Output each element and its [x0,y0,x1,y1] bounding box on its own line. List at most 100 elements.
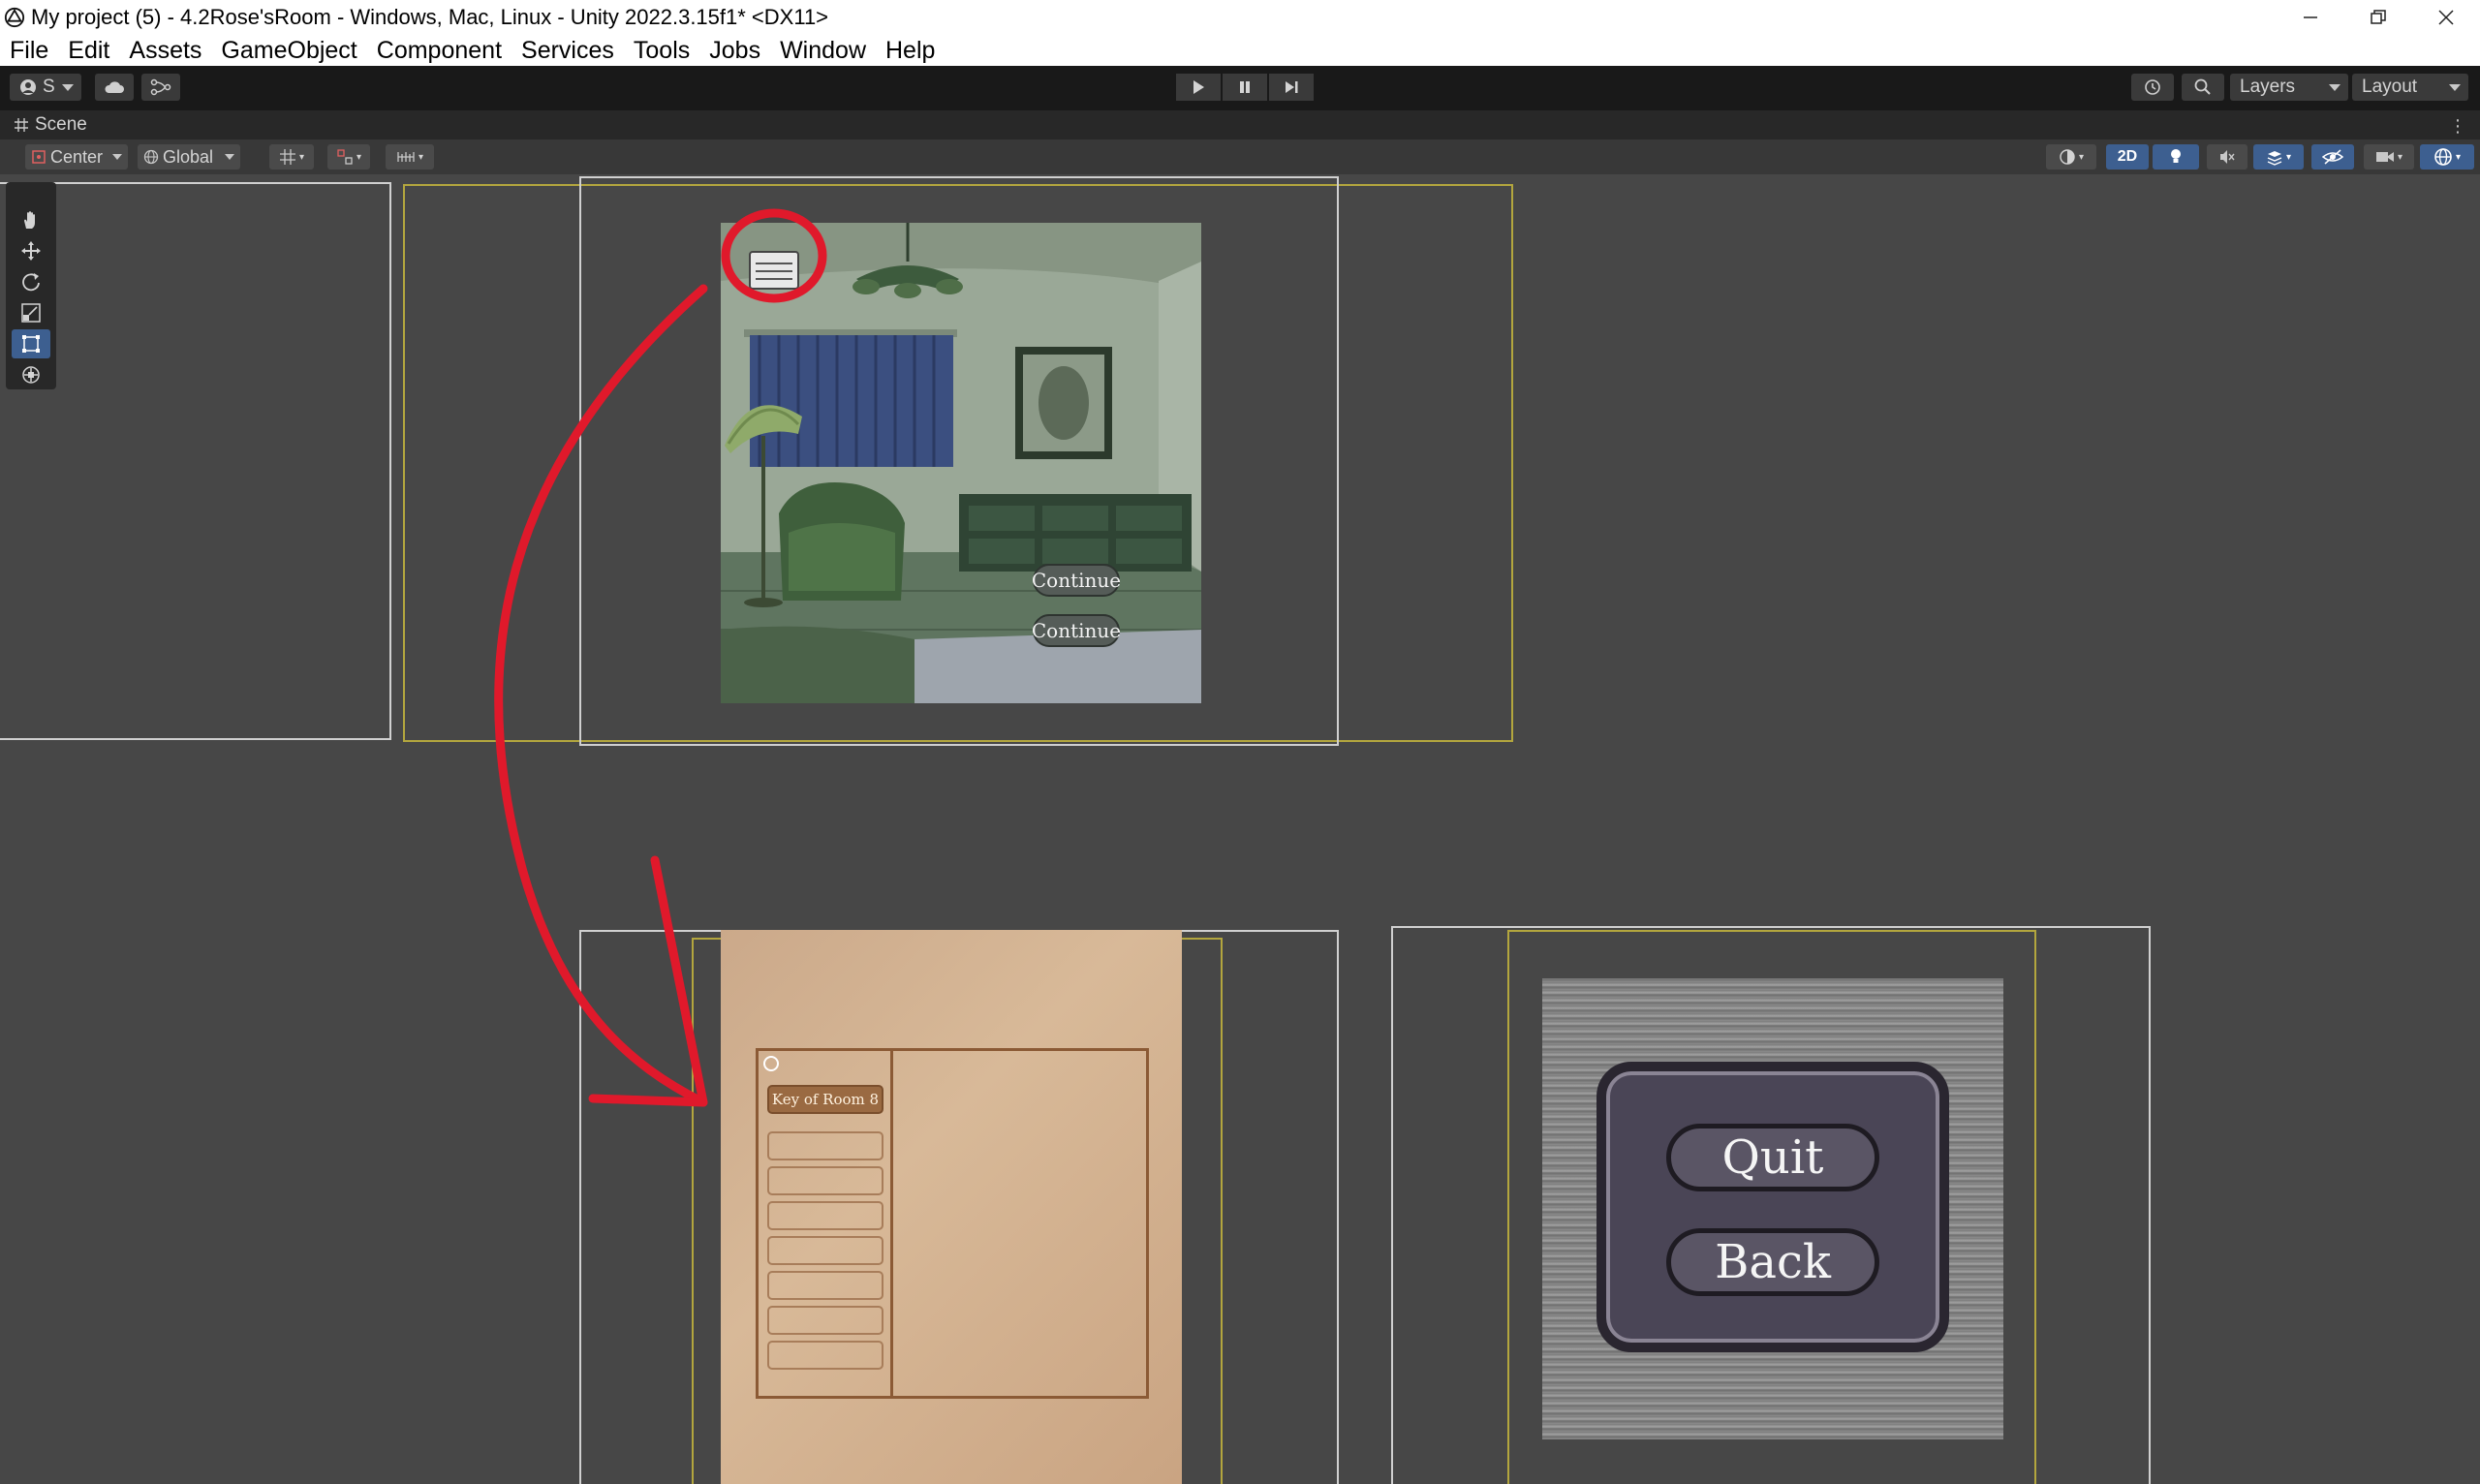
effects-layers-icon [2267,151,2282,166]
menu-file[interactable]: File [10,37,48,65]
2d-mode-button[interactable]: 2D [2106,144,2149,170]
menu-component[interactable]: Component [377,37,502,65]
speaker-muted-icon [2220,150,2235,164]
rotate-icon [22,273,40,292]
transform-gizmo-icon [22,366,40,384]
journal-item-slot[interactable] [767,1236,884,1265]
back-button[interactable]: Back [1666,1228,1879,1296]
undo-history-button[interactable] [2131,74,2174,101]
play-icon [1194,80,1204,94]
pause-icon [1240,81,1250,93]
camera-icon [2375,152,2394,162]
tool-palette [6,182,56,389]
menu-tools[interactable]: Tools [634,37,690,65]
cloud-button[interactable] [95,74,134,101]
journal-item-slot[interactable]: Key of Room 8 [767,1085,884,1114]
effects-button[interactable]: ▾ [2253,144,2304,170]
restore-icon [2371,10,2386,24]
menu-bar: File Edit Assets GameObject Component Se… [0,35,2480,66]
menu-gameobject[interactable]: GameObject [221,37,356,65]
step-button[interactable] [1269,74,1314,101]
journal-item-slot[interactable] [767,1166,884,1195]
more-options-icon[interactable]: ⋮ [2449,116,2466,137]
scene-viewport[interactable]: Continue Continue Key of Room 8 Quit Bac… [0,174,2480,1484]
move-arrows-icon [21,241,41,261]
journal-item-slot[interactable] [767,1201,884,1230]
scene-visibility-button[interactable] [2311,144,2354,170]
transform-tool[interactable] [12,360,50,389]
restore-button[interactable] [2344,0,2412,35]
continue-button[interactable]: Continue [1032,614,1121,647]
journal-item-slot[interactable] [767,1131,884,1160]
chevron-down-icon [225,154,234,160]
shading-mode-button[interactable]: ▾ [2046,144,2096,170]
scale-icon [21,303,41,323]
collab-button[interactable] [141,74,180,101]
close-icon [2438,10,2454,25]
menu-help[interactable]: Help [885,37,935,65]
journal-item-slot[interactable] [767,1271,884,1300]
pause-button[interactable] [1223,74,1267,101]
rect-tool[interactable] [12,329,50,358]
journal-item-label: Key of Room 8 [771,1091,880,1108]
account-label: S [43,77,55,97]
grid-snap-icon [279,149,295,165]
scale-tool[interactable] [12,298,50,327]
minimize-icon [2304,16,2317,18]
journal-item-slot[interactable] [767,1306,884,1335]
scene-lighting-button[interactable] [2153,144,2199,170]
hand-icon [24,211,35,229]
journal-item-slot[interactable] [767,1341,884,1370]
grid-snapping-button[interactable]: ▾ [269,144,314,170]
step-icon [1286,81,1298,93]
pause-menu-panel: Quit Back [1542,978,2003,1439]
search-button[interactable] [2182,74,2224,101]
quit-button[interactable]: Quit [1666,1124,1879,1191]
main-toolbar: S Layers Layout [0,66,2480,110]
menu-services[interactable]: Services [521,37,614,65]
move-tool[interactable] [12,236,50,265]
play-button[interactable] [1176,74,1221,101]
menu-edit[interactable]: Edit [68,37,109,65]
layers-dropdown[interactable]: Layers [2230,74,2348,101]
increment-snap-icon [337,149,353,165]
ruler-button[interactable]: ▾ [386,144,434,170]
menu-window[interactable]: Window [780,37,866,65]
pivot-center-icon [32,150,46,164]
window-controls [2277,0,2480,35]
increment-snap-button[interactable]: ▾ [327,144,370,170]
search-icon [2194,78,2211,95]
pivot-mode-dropdown[interactable]: Center [25,144,128,170]
layers-label: Layers [2240,77,2296,97]
history-icon [2145,79,2160,95]
tab-scene[interactable]: Scene [14,114,87,136]
audio-toggle-button[interactable] [2207,144,2248,170]
version-control-icon [150,78,171,96]
title-bar: My project (5) - 4.2Rose'sRoom - Windows… [0,0,2480,35]
layout-dropdown[interactable]: Layout [2352,74,2468,101]
continue-button-label: Continue [1031,569,1122,592]
globe-icon [143,149,159,165]
scene-camera-button[interactable]: ▾ [2364,144,2414,170]
account-dropdown[interactable]: S [10,74,81,101]
room-background-image[interactable] [721,223,1201,703]
minimize-button[interactable] [2277,0,2344,35]
rect-transform-icon [22,335,40,353]
space-mode-dropdown[interactable]: Global [138,144,240,170]
chevron-down-icon [2329,84,2340,91]
continue-button[interactable]: Continue [1031,564,1122,597]
scene-tab-label: Scene [35,114,87,135]
gizmos-button[interactable]: ▾ [2420,144,2474,170]
back-button-label: Back [1715,1235,1831,1289]
scene-grid-icon [15,118,28,132]
rotate-tool[interactable] [12,267,50,296]
hand-tool[interactable] [12,205,50,234]
layout-label: Layout [2362,77,2418,97]
menu-jobs[interactable]: Jobs [709,37,760,65]
close-button[interactable] [2412,0,2480,35]
menu-assets[interactable]: Assets [129,37,202,65]
chevron-down-icon [2449,84,2461,91]
ruler-icon [397,152,415,162]
lightbulb-icon [2171,149,2181,163]
unity-editor-window: My project (5) - 4.2Rose'sRoom - Windows… [0,0,2480,1484]
